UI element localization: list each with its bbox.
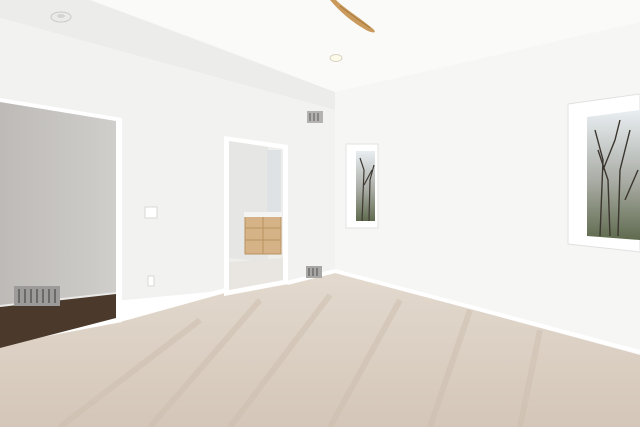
small-window xyxy=(345,143,379,229)
recessed-light-icon xyxy=(329,54,343,62)
smoke-detector-icon xyxy=(50,11,72,23)
bathroom-doorway xyxy=(224,136,288,296)
outlet-icon xyxy=(147,275,155,287)
hvac-vent-icon xyxy=(307,111,323,123)
light-switch-icon xyxy=(144,206,158,219)
bedroom-scene xyxy=(0,0,640,427)
closet-doorway xyxy=(0,98,122,348)
bathroom-mirror xyxy=(267,150,281,212)
large-window xyxy=(567,93,640,253)
hvac-vent-icon xyxy=(14,286,60,306)
hvac-vent-icon xyxy=(306,266,322,278)
